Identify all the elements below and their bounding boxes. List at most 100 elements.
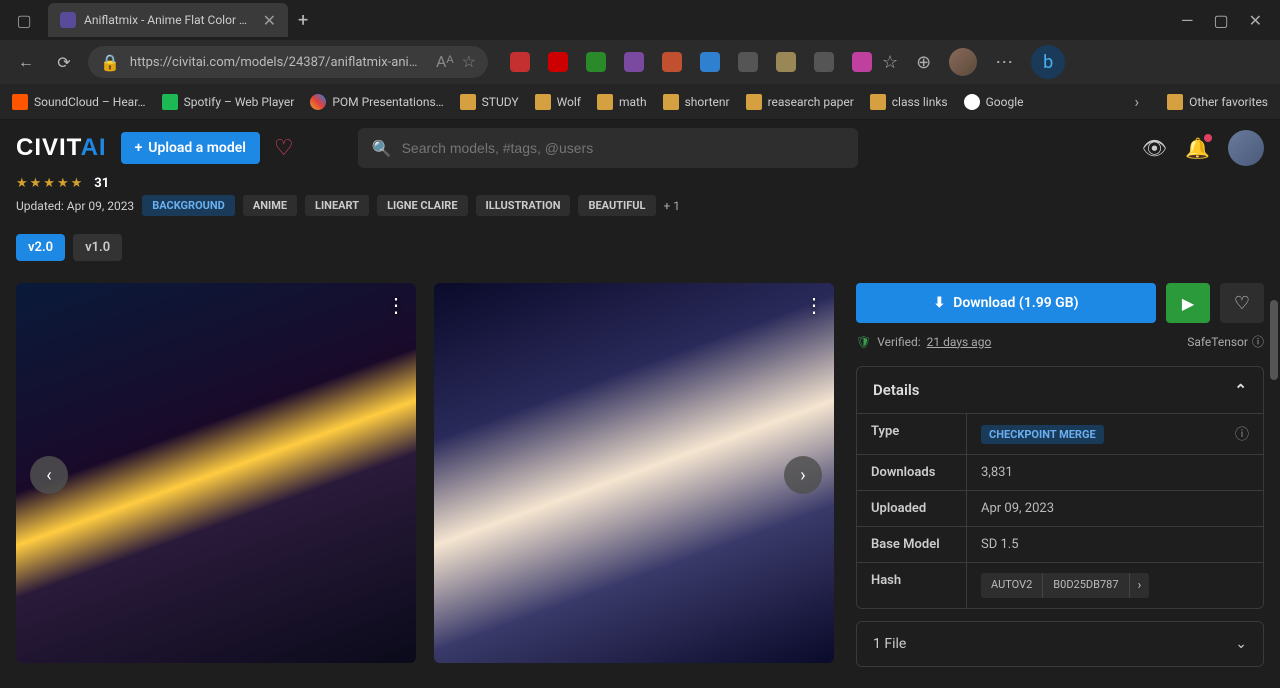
new-tab-button[interactable]: + xyxy=(298,10,308,31)
verified-time[interactable]: 21 days ago xyxy=(927,335,992,349)
page-scrollbar[interactable] xyxy=(1270,300,1278,380)
collections-icon[interactable]: ⊕ xyxy=(916,52,931,73)
bookmark-other-favorites[interactable]: Other favorites xyxy=(1167,94,1268,110)
bookmark-wolf[interactable]: Wolf xyxy=(535,94,581,110)
tag-ligne-claire[interactable]: LIGNE CLAIRE xyxy=(377,195,467,216)
gallery-next-button[interactable]: › xyxy=(784,456,822,494)
hash-expand-icon[interactable]: › xyxy=(1130,573,1150,598)
ext-icon-7[interactable] xyxy=(738,52,758,72)
info-icon[interactable]: ⓘ xyxy=(1252,333,1264,350)
reader-icon[interactable]: Aᴬ xyxy=(436,52,454,72)
gallery-image-1[interactable]: ⋮ xyxy=(16,283,416,663)
detail-hash-label: Hash xyxy=(857,563,967,608)
url-field[interactable]: 🔒 https://civitai.com/models/24387/anifl… xyxy=(88,46,488,78)
gallery-image-2[interactable]: ⋮ xyxy=(434,283,834,663)
hash-value: B0D25DB787 xyxy=(1043,573,1129,598)
tab-sidebar-button[interactable]: ▢ xyxy=(8,4,40,36)
chevron-down-icon: ⌄ xyxy=(1235,636,1247,652)
safetensor-label: SafeTensor xyxy=(1187,335,1248,349)
ext-icon-9[interactable] xyxy=(814,52,834,72)
tag-background[interactable]: BACKGROUND xyxy=(142,195,235,216)
image-gallery: ⋮ ⋮ ‹ › xyxy=(16,283,836,667)
bookmark-label: class links xyxy=(892,95,948,109)
pom-icon xyxy=(310,94,326,110)
more-icon[interactable]: ⋯ xyxy=(995,52,1013,73)
verified-label: Verified: xyxy=(877,335,920,349)
download-label: Download (1.99 GB) xyxy=(953,295,1078,311)
version-v10[interactable]: v1.0 xyxy=(73,234,122,261)
image-menu-icon[interactable]: ⋮ xyxy=(386,293,406,317)
folder-icon xyxy=(460,94,476,110)
bookmark-class[interactable]: class links xyxy=(870,94,948,110)
detail-uploaded-label: Uploaded xyxy=(857,491,967,526)
tab-close-icon[interactable]: ✕ xyxy=(263,11,276,30)
version-v20[interactable]: v2.0 xyxy=(16,234,65,261)
window-maximize-icon[interactable]: ▢ xyxy=(1213,11,1228,30)
run-button[interactable]: ▶ xyxy=(1166,283,1210,323)
bookmark-shortenr[interactable]: shortenr xyxy=(663,94,730,110)
bookmark-label: Wolf xyxy=(557,95,581,109)
ext-icon-4[interactable] xyxy=(624,52,644,72)
visibility-icon[interactable]: 👁 xyxy=(1142,136,1167,160)
refresh-button[interactable]: ⟳ xyxy=(50,48,78,76)
profile-avatar[interactable] xyxy=(949,48,977,76)
search-input[interactable] xyxy=(402,140,844,156)
image-menu-icon[interactable]: ⋮ xyxy=(804,293,824,317)
bookmark-google[interactable]: Google xyxy=(964,94,1024,110)
detail-basemodel-value: SD 1.5 xyxy=(967,527,1263,562)
files-label: 1 File xyxy=(873,636,906,652)
favorites-heart-button[interactable]: ♡ xyxy=(274,136,294,161)
bookmark-spotify[interactable]: Spotify – Web Player xyxy=(162,94,295,110)
ext-icon-2[interactable] xyxy=(548,52,568,72)
bookmark-label: POM Presentations… xyxy=(332,95,443,109)
detail-uploaded-value: Apr 09, 2023 xyxy=(967,491,1263,526)
bookmark-label: Other favorites xyxy=(1189,95,1268,109)
back-button[interactable]: ← xyxy=(12,48,40,76)
upload-model-button[interactable]: + Upload a model xyxy=(121,132,260,164)
ext-icon-3[interactable] xyxy=(586,52,606,72)
tag-anime[interactable]: ANIME xyxy=(243,195,297,216)
user-avatar[interactable] xyxy=(1228,130,1264,166)
details-header[interactable]: Details ⌃ xyxy=(857,367,1263,413)
ext-icon-8[interactable] xyxy=(776,52,796,72)
favorite-star-icon[interactable]: ☆ xyxy=(462,52,476,72)
browser-tab[interactable]: Aniflatmix - Anime Flat Color Sty ✕ xyxy=(48,3,288,37)
favorite-button[interactable]: ♡ xyxy=(1220,283,1264,323)
window-close-icon[interactable]: ✕ xyxy=(1249,11,1262,30)
download-button[interactable]: ⬇ Download (1.99 GB) xyxy=(856,283,1156,323)
tag-lineart[interactable]: LINEART xyxy=(305,195,369,216)
detail-type-label: Type xyxy=(857,414,967,454)
bing-chat-button[interactable]: b xyxy=(1031,45,1065,79)
civitai-logo[interactable]: CIVITAI xyxy=(16,134,107,162)
bookmark-label: Spotify – Web Player xyxy=(184,95,295,109)
bookmark-research[interactable]: reasearch paper xyxy=(746,94,854,110)
play-icon: ▶ xyxy=(1182,294,1194,313)
favorites-icon[interactable]: ☆ xyxy=(882,52,898,73)
files-card[interactable]: 1 File ⌄ xyxy=(856,621,1264,667)
ext-icon-5[interactable] xyxy=(662,52,682,72)
window-minimize-icon[interactable]: — xyxy=(1181,11,1194,30)
bookmark-soundcloud[interactable]: SoundCloud – Hear… xyxy=(12,94,146,110)
tab-favicon xyxy=(60,12,76,28)
search-box[interactable]: 🔍 xyxy=(358,128,858,168)
ext-icon-1[interactable] xyxy=(510,52,530,72)
bookmark-label: STUDY xyxy=(482,95,519,109)
gallery-prev-button[interactable]: ‹ xyxy=(30,456,68,494)
bookmark-pom[interactable]: POM Presentations… xyxy=(310,94,443,110)
bookmark-study[interactable]: STUDY xyxy=(460,94,519,110)
bookmark-label: SoundCloud – Hear… xyxy=(34,95,146,109)
bookmark-math[interactable]: math xyxy=(597,94,647,110)
bookmark-label: reasearch paper xyxy=(768,95,854,109)
ext-icon-10[interactable] xyxy=(852,52,872,72)
info-icon[interactable]: ⓘ xyxy=(1235,424,1249,444)
ext-icon-6[interactable] xyxy=(700,52,720,72)
tag-illustration[interactable]: ILLUSTRATION xyxy=(476,195,571,216)
notification-dot xyxy=(1204,134,1212,142)
tag-beautiful[interactable]: BEAUTIFUL xyxy=(578,195,655,216)
bookmarks-overflow-icon[interactable]: › xyxy=(1134,92,1139,111)
tags-more[interactable]: + 1 xyxy=(664,199,681,213)
star-rating: ★★★★★ xyxy=(16,176,84,191)
details-title: Details xyxy=(873,381,919,399)
folder-icon xyxy=(1167,94,1183,110)
notifications-button[interactable]: 🔔 xyxy=(1185,136,1210,160)
